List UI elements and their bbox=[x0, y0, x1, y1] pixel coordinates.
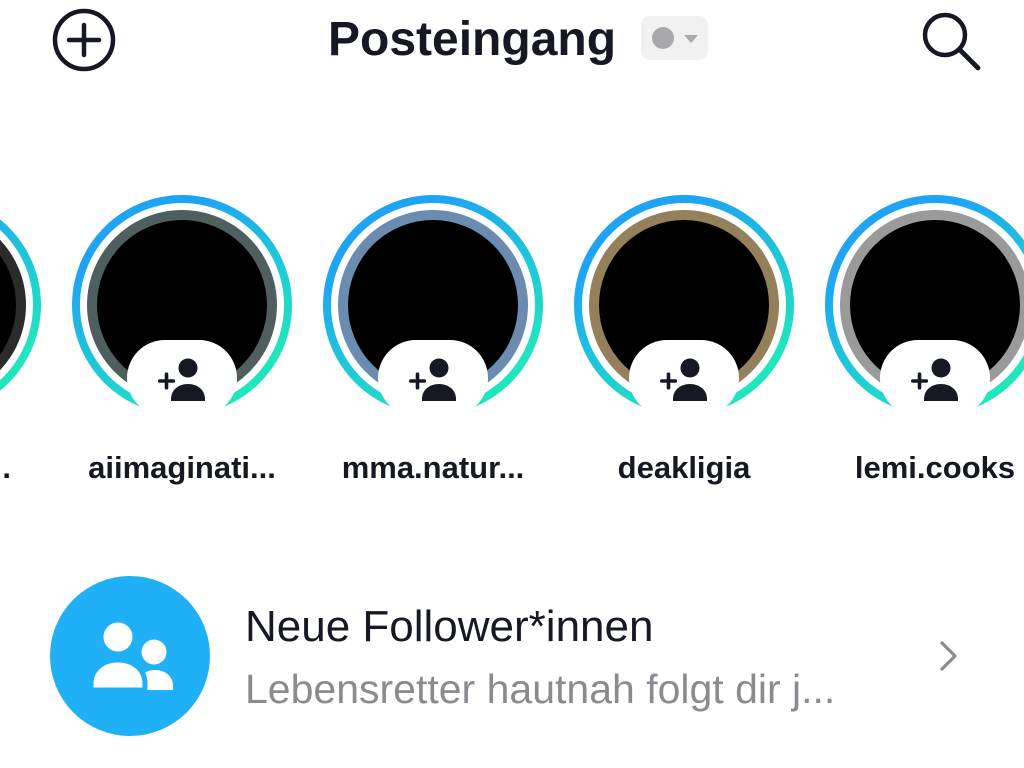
story-item[interactable]: mma.natur... bbox=[323, 195, 543, 495]
add-friend-button[interactable] bbox=[629, 340, 739, 416]
story-username: lemi.cooks bbox=[854, 450, 1016, 485]
story-item[interactable]: deakligia bbox=[574, 195, 794, 495]
two-people-icon bbox=[50, 576, 210, 736]
add-button[interactable] bbox=[52, 8, 116, 72]
top-bar: Posteingang bbox=[0, 0, 1024, 84]
new-followers-title: Neue Follower*innen bbox=[245, 602, 654, 651]
story-item[interactable]: lemi.cooks bbox=[825, 195, 1024, 495]
stories-row: . aiimaginati... mma.natur... deakligia … bbox=[0, 180, 1024, 500]
search-button[interactable] bbox=[916, 6, 984, 74]
add-friend-button[interactable] bbox=[127, 340, 237, 416]
search-icon bbox=[922, 12, 981, 71]
page-title: Posteingang bbox=[328, 13, 617, 66]
add-friend-button[interactable] bbox=[378, 340, 488, 416]
person-add-icon bbox=[409, 358, 456, 401]
story-item[interactable]: aiimaginati... bbox=[72, 195, 292, 495]
person-add-icon bbox=[158, 358, 205, 401]
status-dot-icon bbox=[652, 27, 674, 49]
add-friend-button[interactable] bbox=[880, 340, 990, 416]
caret-down-icon bbox=[684, 35, 698, 43]
person-add-icon bbox=[911, 358, 958, 401]
plus-circle-icon bbox=[52, 8, 116, 72]
inbox-screen: Posteingang . aiimaginati... mma.natur..… bbox=[0, 0, 1024, 768]
followers-avatar bbox=[50, 576, 210, 736]
story-username: . bbox=[2, 450, 11, 485]
status-dropdown[interactable] bbox=[641, 16, 708, 60]
new-followers-subtitle: Lebensretter hautnah folgt dir j... bbox=[245, 666, 836, 712]
new-followers-row[interactable]: Neue Follower*innen Lebensretter hautnah… bbox=[0, 560, 1024, 760]
chevron-right-icon bbox=[934, 638, 962, 674]
person-add-icon bbox=[660, 358, 707, 401]
